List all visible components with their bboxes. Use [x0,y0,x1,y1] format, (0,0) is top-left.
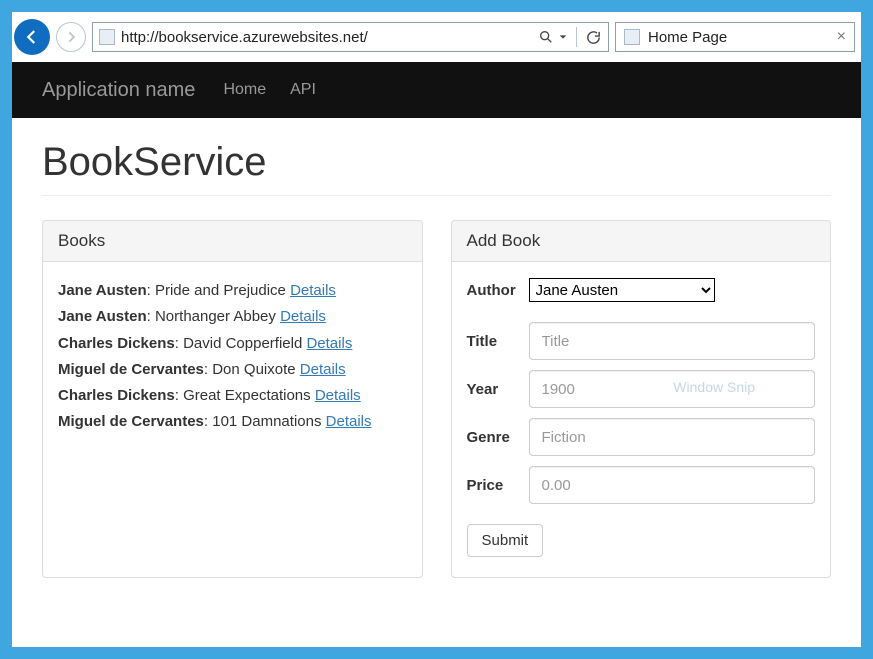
details-link[interactable]: Details [290,282,336,299]
price-input[interactable] [529,466,816,504]
browser-chrome: http://bookservice.azurewebsites.net/ Ho… [12,12,861,62]
page-icon [624,29,640,45]
title-input[interactable] [529,322,816,360]
book-item: Charles Dickens: David Copperfield Detai… [58,331,407,357]
year-label: Year [467,381,529,398]
details-link[interactable]: Details [326,413,372,430]
navbar: Application name Home API [12,62,861,118]
details-link[interactable]: Details [306,335,352,352]
refresh-icon[interactable] [585,29,602,46]
book-item: Miguel de Cervantes: Don Quixote Details [58,357,407,383]
genre-input[interactable] [529,418,816,456]
author-select[interactable]: Jane Austen [529,278,715,302]
book-item: Jane Austen: Pride and Prejudice Details [58,278,407,304]
book-author: Charles Dickens [58,335,175,352]
forward-button[interactable] [56,22,86,52]
book-author: Miguel de Cervantes [58,413,204,430]
book-author: Jane Austen [58,308,147,325]
details-link[interactable]: Details [280,308,326,325]
details-link[interactable]: Details [300,361,346,378]
author-label: Author [467,282,529,299]
book-item: Jane Austen: Northanger Abbey Details [58,304,407,330]
close-icon[interactable]: × [837,28,846,46]
navbar-brand[interactable]: Application name [42,79,195,102]
nav-link-home[interactable]: Home [223,81,266,99]
books-heading: Books [43,221,422,262]
book-list: Jane Austen: Pride and Prejudice Details… [58,278,407,436]
address-bar[interactable]: http://bookservice.azurewebsites.net/ [92,22,609,52]
title-label: Title [467,333,529,350]
url-text: http://bookservice.azurewebsites.net/ [121,29,538,46]
book-item: Miguel de Cervantes: 101 Damnations Deta… [58,409,407,435]
page-title: BookService [42,140,831,185]
address-controls [538,27,602,47]
browser-tab[interactable]: Home Page × [615,22,855,52]
back-button[interactable] [14,19,50,55]
book-author: Miguel de Cervantes [58,361,204,378]
tab-title: Home Page [648,29,837,46]
page-viewport: Application name Home API BookService Bo… [12,62,861,647]
search-icon[interactable] [538,29,554,45]
books-panel: Books Jane Austen: Pride and Prejudice D… [42,220,423,578]
page-icon [99,29,115,45]
genre-label: Genre [467,429,529,446]
nav-link-api[interactable]: API [290,81,316,99]
submit-button[interactable]: Submit [467,524,544,557]
book-item: Charles Dickens: Great Expectations Deta… [58,383,407,409]
year-input[interactable] [529,370,816,408]
details-link[interactable]: Details [315,387,361,404]
add-book-heading: Add Book [452,221,831,262]
dropdown-icon[interactable] [558,32,568,42]
book-author: Charles Dickens [58,387,175,404]
add-book-panel: Add Book Author Jane Austen Title [451,220,832,578]
book-author: Jane Austen [58,282,147,299]
divider [42,195,831,196]
price-label: Price [467,477,529,494]
